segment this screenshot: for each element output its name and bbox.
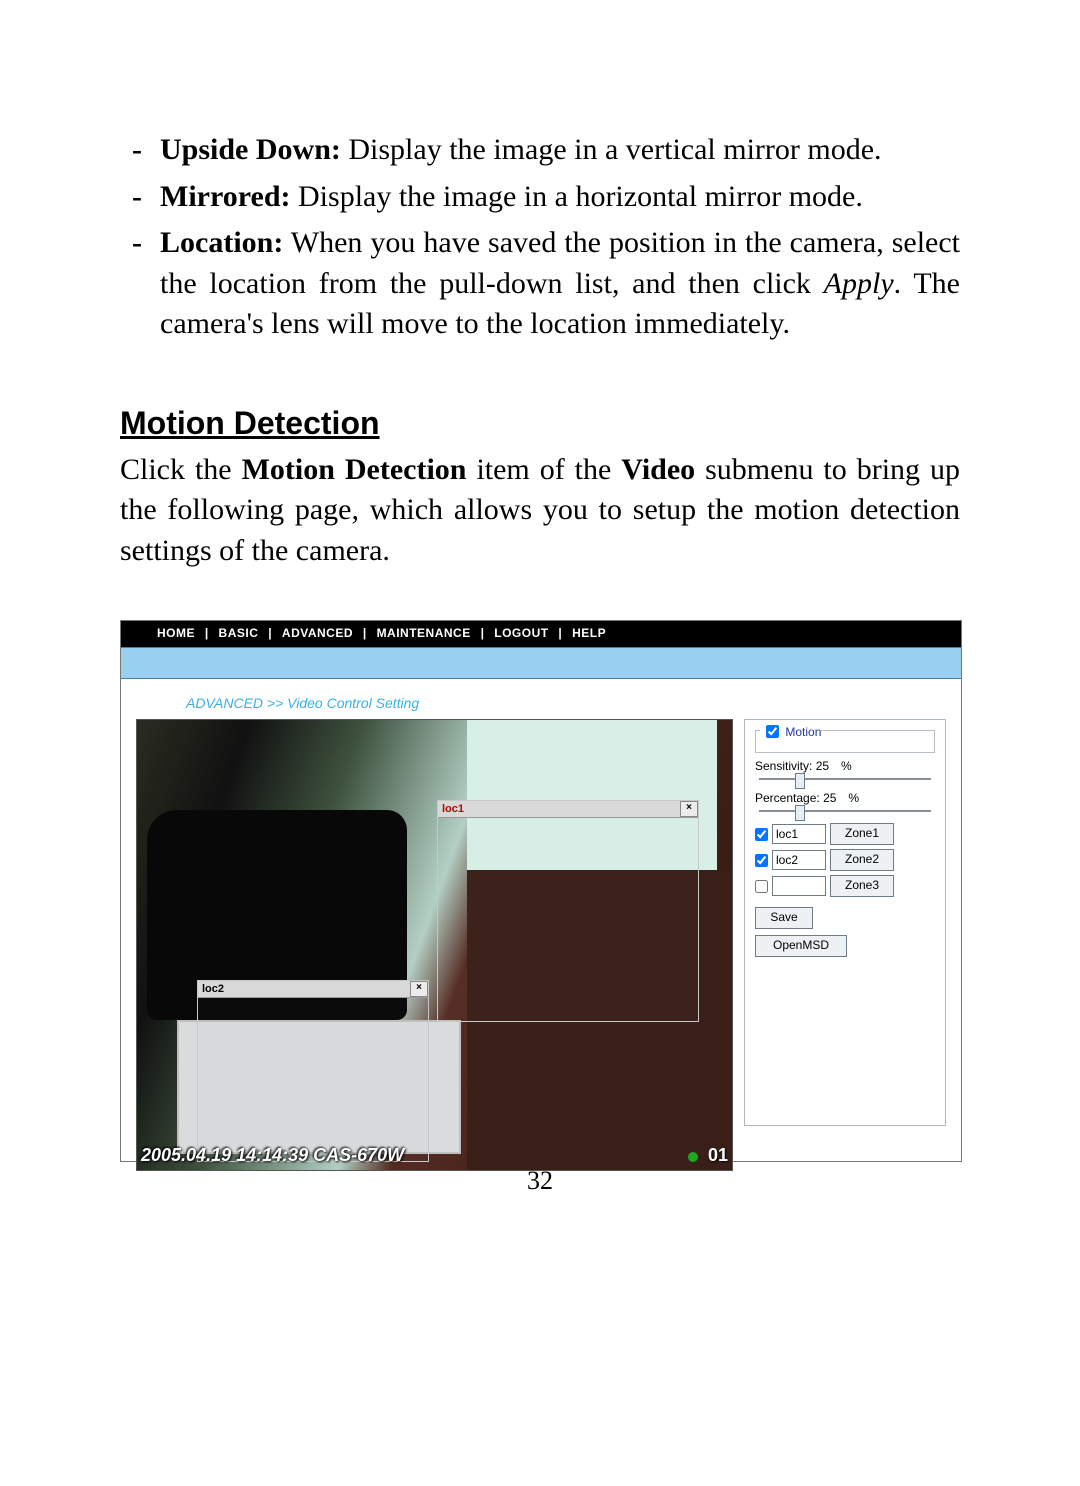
bullet-location: Location: When you have saved the positi… [120,223,960,345]
zone-row-2: loc2 Zone2 [755,849,935,871]
nav-logout[interactable]: LOGOUT [494,626,548,640]
nav-advanced[interactable]: ADVANCED [282,626,353,640]
nav-help[interactable]: HELP [572,626,606,640]
section-title: Motion Detection [120,405,960,442]
nav-basic[interactable]: BASIC [219,626,259,640]
text-bold: Motion Detection [242,453,467,486]
zone1-name: loc1 [442,803,464,815]
zone-row-1: loc1 Zone1 [755,823,935,845]
motion-fieldset: Motion [755,730,935,753]
term: Location: [160,226,283,259]
text: item of the [466,453,621,486]
bullet-upside-down: Upside Down: Display the image in a vert… [120,130,960,171]
zone1-loc-input[interactable]: loc1 [772,824,826,844]
zone3-loc-input[interactable] [772,876,826,896]
percentage-unit: % [848,791,859,805]
bullet-mirrored: Mirrored: Display the image in a horizon… [120,177,960,218]
zone2-close-icon[interactable]: × [410,981,428,997]
status-dot-icon [688,1152,698,1162]
motion-panel: Motion Sensitivity: 25 % Percentage: 25 … [744,719,946,1126]
zone2-header[interactable]: loc2 × [198,981,428,998]
slider-track [759,810,931,812]
zone3-checkbox[interactable] [755,880,768,893]
bullet-list: Upside Down: Display the image in a vert… [120,130,960,345]
text-bold: Video [621,453,695,486]
embedded-ui: HOME | BASIC | ADVANCED | MAINTENANCE | … [120,620,962,1162]
sensitivity-label: Sensitivity: [755,759,812,773]
video-timestamp: 2005.04.19 14:14:39 CAS-670W [141,1145,404,1166]
zone2-button[interactable]: Zone2 [830,849,894,871]
top-menubar: HOME | BASIC | ADVANCED | MAINTENANCE | … [121,621,961,647]
percentage-row: Percentage: 25 % [755,791,935,805]
motion-zone-2[interactable]: loc2 × [197,980,429,1162]
slider-thumb[interactable] [795,773,805,789]
save-button[interactable]: Save [755,907,813,929]
text: Click the [120,453,242,486]
percentage-slider[interactable] [755,807,935,815]
video-counter: 01 [708,1145,728,1166]
motion-zone-1[interactable]: loc1 × [437,800,699,1022]
blue-bar [121,647,961,679]
sensitivity-unit: % [841,759,852,773]
nav-maintenance[interactable]: MAINTENANCE [377,626,471,640]
slider-track [759,778,931,780]
percentage-label: Percentage: [755,791,820,805]
zone2-checkbox[interactable] [755,854,768,867]
zone2-loc-input[interactable]: loc2 [772,850,826,870]
page-number: 32 [0,1166,1080,1196]
zone1-button[interactable]: Zone1 [830,823,894,845]
openmsd-button[interactable]: OpenMSD [755,935,847,957]
zone1-checkbox[interactable] [755,828,768,841]
zone1-close-icon[interactable]: × [680,801,698,817]
sensitivity-row: Sensitivity: 25 % [755,759,935,773]
nav-home[interactable]: HOME [157,626,195,640]
zone-row-3: Zone3 [755,875,935,897]
motion-label: Motion [785,725,821,739]
section-text: Click the Motion Detection item of the V… [120,450,960,572]
term: Upside Down: [160,133,341,166]
bullet-text: Display the image in a vertical mirror m… [341,133,882,166]
sensitivity-value: 25 [816,759,838,773]
motion-toggle[interactable] [766,725,779,738]
percentage-value: 25 [823,791,845,805]
live-video: loc1 × loc2 × 2005.04.19 14:14:39 CAS-67… [136,719,733,1171]
sensitivity-slider[interactable] [755,775,935,783]
motion-legend: Motion [760,722,823,741]
apply-word: Apply [824,267,894,300]
bullet-text: Display the image in a horizontal mirror… [291,180,863,213]
zone1-header[interactable]: loc1 × [438,801,698,818]
zone3-button[interactable]: Zone3 [830,875,894,897]
slider-thumb[interactable] [795,805,805,821]
term: Mirrored: [160,180,291,213]
breadcrumb: ADVANCED >> Video Control Setting [186,695,419,711]
zone2-name: loc2 [202,983,224,995]
